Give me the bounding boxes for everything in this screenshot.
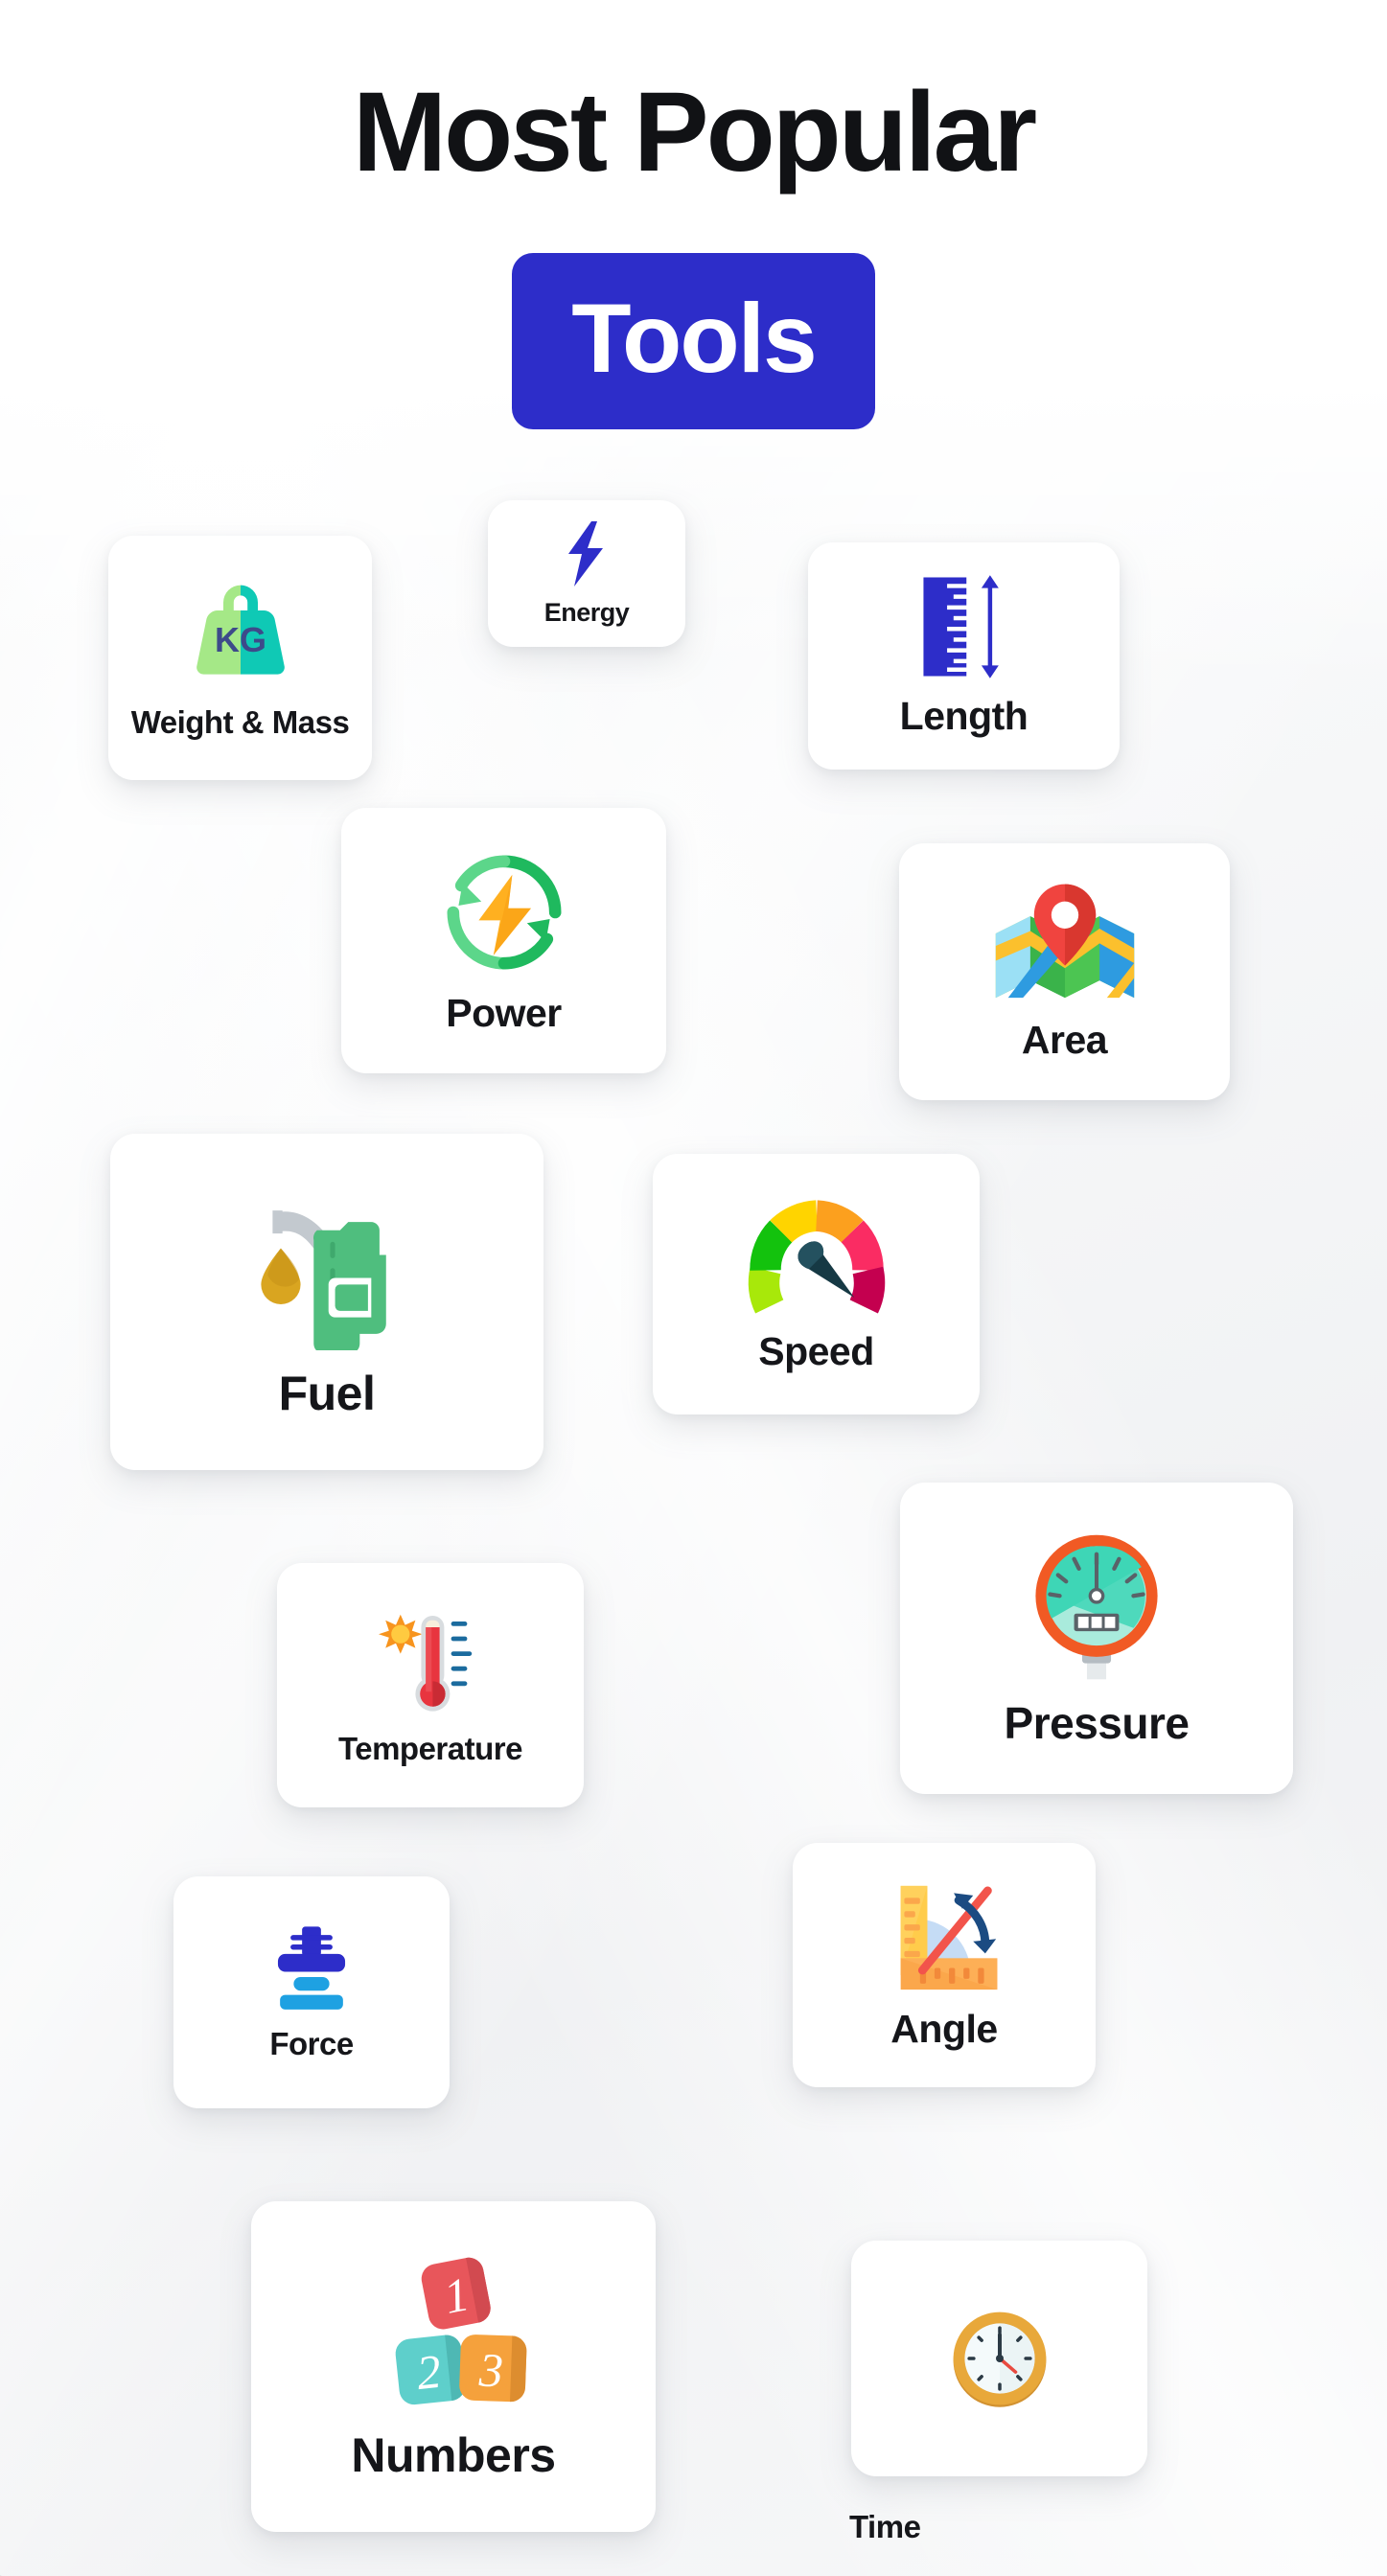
tool-card-speed[interactable]: Speed [653, 1154, 980, 1414]
tools-badge-container: Tools [0, 253, 1387, 429]
tool-card-label: Temperature [338, 1730, 522, 1766]
force-press-icon [267, 1922, 356, 2011]
lightning-bolt-icon [560, 519, 613, 588]
tool-card-label: Fuel [278, 1367, 376, 1420]
clock-icon [943, 2302, 1056, 2415]
tool-card-label: Area [1021, 1017, 1108, 1062]
tool-card-energy[interactable]: Energy [488, 500, 685, 647]
tool-card-label: Pressure [1004, 1697, 1190, 1748]
thermometer-icon [377, 1604, 484, 1719]
tool-card-temperature[interactable]: Temperature [277, 1563, 584, 1807]
tool-card-angle[interactable]: Angle [793, 1843, 1096, 2087]
tool-card-force[interactable]: Force [173, 1876, 450, 2108]
svg-text:3: 3 [477, 2343, 504, 2397]
tool-card-pressure[interactable]: Pressure [900, 1483, 1293, 1794]
tool-card-time[interactable] [851, 2241, 1147, 2476]
tool-card-label: Energy [543, 598, 630, 627]
svg-text:KG: KG [215, 620, 266, 659]
ruler-arrow-icon [914, 573, 1014, 680]
tool-card-fuel[interactable]: Fuel [110, 1134, 543, 1470]
fuel-nozzle-icon [231, 1183, 423, 1354]
pressure-gauge-icon [1016, 1529, 1177, 1686]
tool-card-label: Numbers [351, 2427, 556, 2482]
kg-weight-icon: KG [183, 576, 298, 691]
tool-card-label: Power [446, 991, 562, 1035]
speedometer-icon [745, 1195, 889, 1320]
tool-card-label: Force [269, 2026, 354, 2061]
tool-card-label-time: Time [849, 2509, 921, 2544]
angle-ruler-icon [884, 1878, 1005, 1997]
tool-card-label: Weight & Mass [130, 703, 350, 740]
power-refresh-icon [437, 845, 571, 979]
tool-card-label: Length [899, 694, 1029, 738]
map-pin-icon [990, 882, 1140, 1010]
tool-card-power[interactable]: Power [341, 808, 666, 1073]
page-title: Most Popular [352, 69, 1037, 196]
tool-card-label: Angle [890, 2007, 998, 2051]
tools-page: Most Popular Tools KG Weight & Mass Ener… [0, 0, 1387, 2576]
tool-card-area[interactable]: Area [899, 843, 1230, 1100]
tool-card-length[interactable]: Length [808, 542, 1120, 770]
tool-card-weight-mass[interactable]: KG Weight & Mass [108, 536, 372, 780]
tools-badge: Tools [512, 253, 875, 429]
tool-card-numbers[interactable]: 1 2 3 Numbers [251, 2201, 656, 2532]
number-blocks-icon: 1 2 3 [364, 2251, 543, 2416]
tool-card-label: Speed [758, 1328, 874, 1373]
